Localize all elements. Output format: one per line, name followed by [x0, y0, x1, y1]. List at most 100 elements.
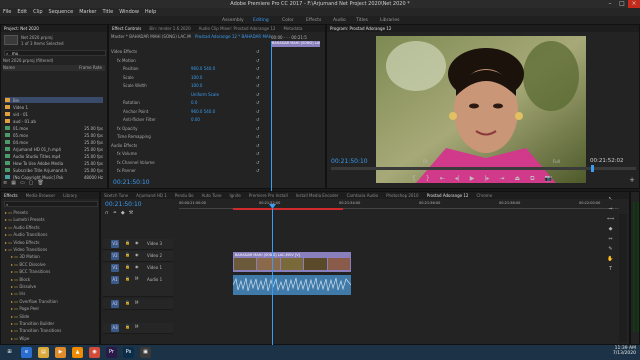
tab-sequence[interactable]: Sketch Tune	[104, 193, 128, 198]
effects-tree-item[interactable]: ▸ ▭ Page Peel	[3, 306, 97, 312]
column-frame-rate[interactable]: Frame Rate	[79, 65, 102, 70]
column-name[interactable]: Name	[3, 65, 15, 70]
workspace-libraries[interactable]: Libraries	[380, 18, 399, 23]
program-quality-select[interactable]: Full	[553, 159, 560, 164]
reset-parameter-icon[interactable]: ↺	[256, 92, 259, 97]
step-forward-icon[interactable]: |▸	[484, 175, 489, 185]
effects-search-input[interactable]: ⌕	[4, 201, 98, 207]
track-target[interactable]: V2	[111, 252, 119, 260]
audio-clip[interactable]	[232, 275, 352, 295]
project-item[interactable]: 01.mov 25.00 fps	[5, 125, 103, 131]
linked-selection-icon[interactable]: ⚭	[113, 210, 117, 216]
track-select-tool-icon[interactable]: ⇒	[607, 206, 614, 213]
reset-parameter-icon[interactable]: ↺	[256, 83, 259, 88]
photoshop-icon[interactable]: Ps	[123, 347, 134, 358]
effect-row[interactable]: Anchor Point 960.0 540.0 ↺	[111, 109, 261, 115]
menu-window[interactable]: Window	[119, 9, 139, 15]
maximize-icon[interactable]: □	[616, 0, 628, 8]
track-header[interactable]: V2 🔒 ◉ Video 2	[103, 251, 173, 262]
workspace-assembly[interactable]: Assembly	[222, 18, 244, 23]
tab-sequence[interactable]: Camtasia Audio	[347, 193, 378, 198]
track-header[interactable]: A3 🔒 M	[103, 323, 173, 334]
tab-sequence[interactable]: Install Media Encoder	[296, 193, 339, 198]
slip-tool-icon[interactable]: ⇔	[607, 236, 614, 243]
razor-tool-icon[interactable]: ◆	[607, 226, 614, 233]
wrench-icon[interactable]: ⚒	[129, 210, 133, 216]
project-item[interactable]: Subscribe Title Arjumand.h 25.00 fps	[5, 167, 103, 173]
track-header[interactable]: A2 🔒 M	[103, 299, 173, 310]
reset-parameter-icon[interactable]: ↺	[256, 100, 259, 105]
project-item[interactable]: aud - 01.ab	[5, 118, 103, 124]
tab-sequence[interactable]: Prostad Adorange 12	[427, 193, 469, 198]
start-icon[interactable]: ⊞	[4, 347, 15, 358]
lock-icon[interactable]: 🔒	[125, 252, 130, 257]
project-item[interactable]: vid - 01	[5, 111, 103, 117]
effects-tree-item[interactable]: ▸ ▭ BCC Transitions	[3, 269, 97, 275]
tab-sequence[interactable]: Pendu Bo	[175, 193, 194, 198]
tab-sequence[interactable]: Chrome	[476, 193, 492, 198]
workspace-color[interactable]: Color	[282, 18, 294, 23]
effect-property-value[interactable]: 960.0 540.0	[191, 109, 215, 114]
selection-tool-icon[interactable]: ↖	[607, 196, 614, 203]
tab-sequence[interactable]: Premiere Pro Install	[249, 193, 288, 198]
project-item[interactable]: 05.mov 25.00 fps	[5, 132, 103, 138]
workspace-effects[interactable]: Effects	[306, 18, 321, 23]
effect-row[interactable]: Position 960.0 540.0 ↺	[111, 66, 261, 72]
project-item[interactable]: Audio Studio Titles.mp4 25.00 fps	[5, 153, 103, 159]
track-target[interactable]: A3	[111, 324, 119, 332]
track-target[interactable]: V3	[111, 240, 119, 248]
toggle-output-icon[interactable]: ◉	[135, 252, 139, 257]
effect-property-value[interactable]: 960.0 540.0	[191, 66, 215, 71]
reset-parameter-icon[interactable]: ↺	[256, 134, 259, 139]
tab-library[interactable]: Library	[63, 193, 77, 198]
reset-parameter-icon[interactable]: ↺	[256, 75, 259, 80]
effects-tree-item[interactable]: ▸ ▭ Video Effects	[3, 240, 97, 246]
lift-icon[interactable]: ⏏	[514, 175, 520, 185]
effect-row[interactable]: Anti-flicker Filter 0.00 ↺	[111, 117, 261, 123]
track-target[interactable]: V1	[111, 264, 119, 272]
effect-row[interactable]: fx Panner ↺	[111, 168, 261, 174]
tab-sequence[interactable]: Photoshop 2010	[386, 193, 418, 198]
effect-row[interactable]: Rotation 0.0 ↺	[111, 100, 261, 106]
add-button-icon[interactable]: +	[629, 176, 635, 184]
mute-icon[interactable]: M	[135, 276, 138, 281]
tab-program[interactable]: Program: Prostad Adorange 12	[330, 26, 391, 31]
icon-view-icon[interactable]: ▦	[11, 180, 16, 186]
effects-tree-item[interactable]: ▸ ▭ Transition Transitions	[3, 328, 97, 334]
tab-metadata[interactable]: Metadata	[283, 26, 302, 31]
track-target[interactable]: A2	[111, 300, 119, 308]
lock-icon[interactable]: 🔒	[125, 276, 130, 281]
reset-parameter-icon[interactable]: ↺	[256, 126, 259, 131]
mini-clip[interactable]: BAHADAR MAHI (SONG) LAC	[272, 41, 320, 47]
taskbar-clock[interactable]: 11:39 AM 7/13/2020	[613, 346, 636, 356]
mini-playhead[interactable]	[271, 41, 272, 191]
reset-parameter-icon[interactable]: ↺	[256, 117, 259, 122]
menu-file[interactable]: File	[3, 9, 11, 15]
lock-icon[interactable]: 🔒	[125, 300, 130, 305]
track-target[interactable]: A1	[111, 276, 119, 284]
effects-tree-item[interactable]: ▸ ▭ Transition Builder	[3, 321, 97, 327]
effect-controls-timecode[interactable]: 00:21:50:10	[113, 179, 150, 186]
play-icon[interactable]: ▶	[470, 175, 475, 185]
effects-tree-item[interactable]: ▸ ▭ Slide	[3, 314, 97, 320]
ripple-edit-tool-icon[interactable]: ⟺	[607, 216, 614, 223]
tab-project[interactable]: Project: Net 2020	[4, 26, 39, 31]
effect-row[interactable]: Scale Width 100.0 ↺	[111, 83, 261, 89]
reset-parameter-icon[interactable]: ↺	[256, 168, 259, 173]
lock-icon[interactable]: 🔒	[125, 240, 130, 245]
new-item-icon[interactable]: ▢	[29, 180, 34, 186]
timeline-timecode[interactable]: 00:21:50:10	[105, 201, 142, 208]
track-header[interactable]: A1 🔒 M Audio 1	[103, 275, 173, 297]
effect-property-value[interactable]: 0.00	[191, 117, 200, 122]
menu-edit[interactable]: Edit	[17, 9, 27, 15]
vlc-icon[interactable]: ▲	[72, 347, 83, 358]
workspace-titles[interactable]: Titles	[356, 18, 368, 23]
mute-icon[interactable]: M	[135, 324, 138, 329]
lock-icon[interactable]: 🔒	[125, 324, 130, 329]
premiere-icon[interactable]: Pr	[106, 347, 117, 358]
type-tool-icon[interactable]: T	[607, 266, 614, 273]
effect-row[interactable]: Uniform Scale ↺	[111, 92, 261, 98]
effect-row[interactable]: Scale 100.0 ↺	[111, 75, 261, 81]
tab-media-browser[interactable]: Media Browser	[26, 193, 56, 198]
menu-sequence[interactable]: Sequence	[49, 9, 74, 15]
